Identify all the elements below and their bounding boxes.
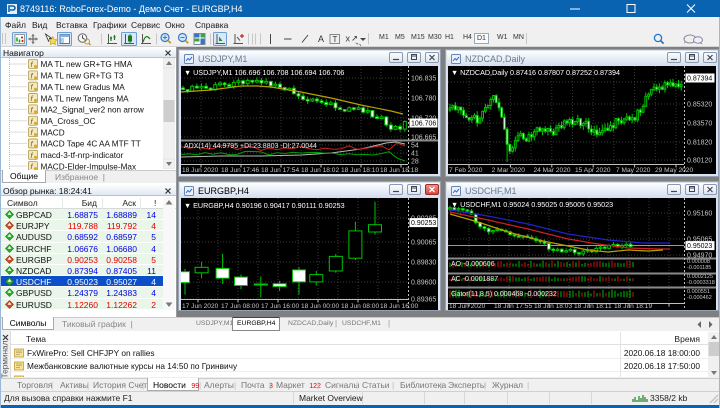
svg-text:18 Jun 18:11: 18 Jun 18:11: [574, 303, 612, 310]
svg-text:MA2_Signal_ver2 non arrow: MA2_Signal_ver2 non arrow: [41, 106, 144, 115]
svg-text:15 Apr 2020: 15 Apr 2020: [575, 167, 611, 174]
svg-text:MA TL new GR+TG HMA: MA TL new GR+TG HMA: [41, 60, 133, 69]
svg-text:18 Jun 17:55: 18 Jun 17:55: [494, 303, 532, 310]
svg-text:ADX(14) 44.9795 +DI:23.8803 -D: ADX(14) 44.9795 +DI:23.8803 -DI:27.0044: [184, 143, 317, 150]
svg-text:-0.0003318: -0.0003318: [687, 280, 715, 286]
svg-text:AC -0.0001887: AC -0.0001887: [451, 276, 498, 283]
svg-text:18 Jun 16:00: 18 Jun 16:00: [380, 303, 418, 310]
svg-text:18 Jun 2020: 18 Jun 2020: [449, 303, 486, 310]
svg-text:7 Feb 2020: 7 Feb 2020: [449, 167, 483, 174]
svg-text:▼ NZDCAD,Daily 0.87416 0.8780: ▼ NZDCAD,Daily 0.87416 0.87807 0.87252 0…: [451, 68, 620, 77]
svg-text:18 Jun 18:18: 18 Jun 18:18: [380, 167, 418, 174]
svg-text:MA_Cross_OC: MA_Cross_OC: [41, 117, 96, 126]
svg-text:MA TL new GR+TG T3: MA TL new GR+TG T3: [41, 72, 124, 81]
svg-text:-0.000462: -0.000462: [687, 295, 712, 301]
svg-text:106.780: 106.780: [411, 96, 436, 103]
svg-text:0.85320: 0.85320: [687, 102, 712, 109]
svg-text:18 Jun 18:02: 18 Jun 18:02: [301, 167, 339, 174]
svg-text:0.80120: 0.80120: [687, 158, 712, 165]
svg-text:-0.001185: -0.001185: [687, 265, 711, 271]
svg-text:MACD-Elder-Impulse-Max: MACD-Elder-Impulse-Max: [41, 162, 137, 170]
svg-text:T: T: [333, 35, 338, 44]
svg-text:0.90253: 0.90253: [411, 220, 436, 227]
svg-text:MACD: MACD: [41, 128, 65, 137]
svg-text:▼ USDJPY,M1 106.696 106.708 1: ▼ USDJPY,M1 106.696 106.708 106.694 106.…: [184, 68, 344, 77]
svg-text:Gator(11,8,5) 0.000468 -0.0002: Gator(11,8,5) 0.000468 -0.000232: [451, 291, 557, 298]
svg-text:106.835: 106.835: [411, 76, 436, 83]
svg-text:18 Jun 2020: 18 Jun 2020: [182, 167, 219, 174]
svg-text:29 May 2020: 29 May 2020: [655, 167, 693, 174]
svg-text:18 Jun 18:19: 18 Jun 18:19: [614, 303, 652, 310]
svg-text:MA TL new Gradus MA: MA TL new Gradus MA: [41, 83, 126, 92]
svg-text:106.706: 106.706: [411, 121, 436, 128]
svg-text:A: A: [318, 34, 324, 44]
svg-text:0.95023: 0.95023: [687, 243, 712, 250]
svg-text:106.665: 106.665: [411, 135, 436, 142]
svg-text:17 Jun 08:00: 17 Jun 08:00: [221, 303, 259, 310]
svg-text:24 Mar 2020: 24 Mar 2020: [534, 167, 571, 174]
svg-text:17 Jun 16:00: 17 Jun 16:00: [261, 303, 299, 310]
svg-text:0.89600: 0.89600: [411, 280, 436, 287]
svg-text:17 Jun 2020: 17 Jun 2020: [182, 303, 219, 310]
svg-text:▼ USDCHF,M1 0.95024 0.95025 0: ▼ USDCHF,M1 0.95024 0.95025 0.95005 0.95…: [451, 200, 613, 209]
svg-text:18 Jun 18:10: 18 Jun 18:10: [341, 167, 379, 174]
svg-text:28: 28: [411, 159, 419, 166]
svg-text:18 Jun 08:00: 18 Jun 08:00: [341, 303, 379, 310]
svg-text:0.87394: 0.87394: [687, 76, 712, 83]
svg-text:AO -0.000606: AO -0.000606: [451, 261, 495, 268]
svg-text:54: 54: [411, 143, 419, 150]
svg-text:0.90065: 0.90065: [411, 240, 436, 247]
svg-text:7 May 2020: 7 May 2020: [616, 167, 651, 174]
svg-text:41: 41: [411, 151, 419, 158]
svg-text:18 Jun 18:03: 18 Jun 18:03: [534, 303, 572, 310]
svg-text:18 Jun 17:54: 18 Jun 17:54: [261, 167, 299, 174]
svg-text:MACD Tape 4C AA MTF TT: MACD Tape 4C AA MTF TT: [41, 140, 141, 149]
svg-text:0.95160: 0.95160: [687, 211, 712, 218]
svg-text:macd-3-tf-nrp-indicator: macd-3-tf-nrp-indicator: [41, 151, 124, 160]
svg-text:18 Jun 00:00: 18 Jun 00:00: [301, 303, 339, 310]
svg-text:18 Jun 17:46: 18 Jun 17:46: [221, 167, 259, 174]
svg-text:2 Mar 2020: 2 Mar 2020: [492, 167, 526, 174]
svg-text:0.83570: 0.83570: [687, 121, 712, 128]
svg-text:0.89830: 0.89830: [411, 260, 436, 267]
svg-text:MA TL new Tangens MA: MA TL new Tangens MA: [41, 94, 130, 103]
svg-text:▼ EURGBP,H4 0.90196 0.90417 0: ▼ EURGBP,H4 0.90196 0.90417 0.90111 0.90…: [184, 201, 345, 210]
svg-text:0.81820: 0.81820: [687, 140, 712, 147]
